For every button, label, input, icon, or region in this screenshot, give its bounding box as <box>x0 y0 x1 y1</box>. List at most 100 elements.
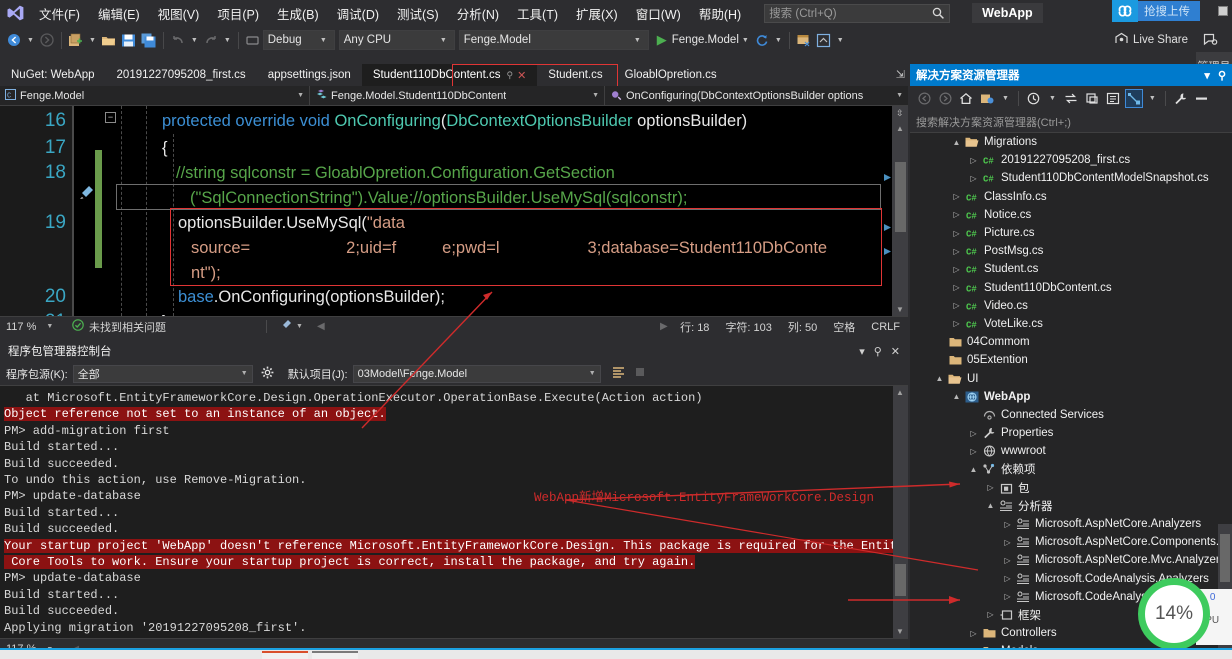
tab-student-cs[interactable]: Student.cs <box>537 64 613 86</box>
menu-debug[interactable]: 调试(D) <box>328 0 388 27</box>
scroll-up-icon[interactable]: ▲ <box>896 388 904 397</box>
collapse-arrow-icon[interactable]: ▷ <box>967 156 980 165</box>
tree-node[interactable]: ▷wwwroot <box>910 442 1232 460</box>
menu-build[interactable]: 生成(B) <box>268 0 328 27</box>
expand-arrow-icon[interactable]: ▲ <box>950 392 963 401</box>
pin-icon[interactable]: ⚲ <box>506 70 513 81</box>
chevron-down-icon[interactable]: ▼ <box>1046 95 1059 102</box>
open-folder-icon[interactable] <box>99 29 119 51</box>
menu-tools[interactable]: 工具(T) <box>508 0 567 27</box>
home-icon[interactable] <box>957 89 975 108</box>
solution-explorer-search-input[interactable]: 搜索解决方案资源管理器(Ctrl+;) <box>910 111 1232 133</box>
run-button[interactable]: ▶ Fenge.Model ▼ <box>653 32 752 48</box>
scroll-down-icon[interactable]: ▼ <box>896 627 904 636</box>
collapse-arrow-icon[interactable]: ▷ <box>950 265 963 274</box>
upload-close-box[interactable] <box>1218 6 1228 16</box>
refresh-icon[interactable] <box>752 29 772 51</box>
menu-window[interactable]: 窗口(W) <box>627 0 690 27</box>
expand-arrow-icon[interactable]: ▲ <box>950 138 963 147</box>
tree-node[interactable]: ▷C#ClassInfo.cs <box>910 188 1232 206</box>
save-icon[interactable] <box>119 29 139 51</box>
collapse-arrow-icon[interactable]: ▷ <box>1001 520 1014 529</box>
collapse-arrow-icon[interactable]: ▷ <box>950 210 963 219</box>
default-project-select[interactable]: 03Model\Fenge.Model ▼ <box>353 365 601 383</box>
platform-select[interactable]: Any CPU ▼ <box>339 30 455 50</box>
tree-node[interactable]: ▷C#Student110DbContentModelSnapshot.cs <box>910 169 1232 187</box>
collapse-arrow-icon[interactable]: ▷ <box>950 283 963 292</box>
tree-node[interactable]: ▷C#20191227095208_first.cs <box>910 151 1232 169</box>
tree-node[interactable]: ▲Migrations <box>910 133 1232 151</box>
scrollbar-thumb[interactable] <box>895 162 906 232</box>
close-icon[interactable]: ✕ <box>517 69 526 82</box>
tree-node[interactable]: ▷Microsoft.AspNetCore.Mvc.Analyzers <box>910 551 1232 569</box>
collapse-arrow-icon[interactable]: ▷ <box>967 174 980 183</box>
tab-gloablopretion-cs[interactable]: GloablOpretion.cs <box>614 64 728 86</box>
console-vertical-scrollbar[interactable]: ▲ ▼ <box>893 386 908 638</box>
editor-zoom-select[interactable]: 117 % ▼ <box>0 321 66 333</box>
history-icon[interactable] <box>1025 89 1043 108</box>
tab-nuget-webapp[interactable]: NuGet: WebApp <box>0 64 106 86</box>
tree-node[interactable]: ▷包 <box>910 479 1232 497</box>
pending-changes-icon[interactable] <box>978 89 996 108</box>
navbar-project-select[interactable]: C Fenge.Model ▼ <box>0 86 310 106</box>
issues-indicator[interactable]: 未找到相关问题 <box>66 319 166 335</box>
preview-icon[interactable] <box>814 29 834 51</box>
tree-node[interactable]: ▷Microsoft.AspNetCore.Analyzers <box>910 515 1232 533</box>
collapse-arrow-icon[interactable]: ▷ <box>950 319 963 328</box>
back-dropdown-caret-icon[interactable]: ▼ <box>24 37 37 44</box>
new-dropdown-caret-icon[interactable]: ▼ <box>86 37 99 44</box>
live-share-button[interactable]: Live Share <box>1114 32 1188 49</box>
tree-node[interactable]: ▷C#PostMsg.cs <box>910 242 1232 260</box>
tree-node[interactable]: Connected Services <box>910 406 1232 424</box>
tree-node[interactable]: ▷Microsoft.AspNetCore.Components.A <box>910 533 1232 551</box>
expand-arrow-icon[interactable]: ▲ <box>967 465 980 474</box>
toolbar-overflow-caret-icon[interactable]: ▼ <box>834 37 847 44</box>
tree-node[interactable]: ▲WebApp <box>910 388 1232 406</box>
tree-node[interactable]: ▷C#Notice.cs <box>910 206 1232 224</box>
scroll-up-icon[interactable]: ▲ <box>896 124 904 133</box>
collapse-all-icon[interactable] <box>1083 89 1101 108</box>
collapse-arrow-icon[interactable]: ▷ <box>950 301 963 310</box>
collapse-arrow-icon[interactable]: ▷ <box>950 247 963 256</box>
refresh-dropdown-caret-icon[interactable]: ▼ <box>772 37 785 44</box>
cpu-usage-widget[interactable]: 14% <box>1138 578 1210 650</box>
pin-icon[interactable]: ⚲ <box>1218 69 1226 82</box>
chevron-down-icon[interactable]: ▾ <box>859 345 865 358</box>
tree-node[interactable]: ▷C#Picture.cs <box>910 224 1232 242</box>
navbar-member-select[interactable]: OnConfiguring(DbContextOptionsBuilder op… <box>605 86 908 106</box>
upload-label[interactable]: 抢搜上传 <box>1134 1 1200 21</box>
collapse-arrow-icon[interactable]: ▷ <box>967 447 980 456</box>
menu-view[interactable]: 视图(V) <box>149 0 209 27</box>
menu-file[interactable]: 文件(F) <box>30 0 89 27</box>
code-editor[interactable]: − 16 protected override void OnConfiguri… <box>0 106 908 316</box>
chevron-down-icon[interactable]: ▼ <box>292 323 303 330</box>
tree-node[interactable]: ▷C#Student110DbContent.cs <box>910 279 1232 297</box>
collapse-arrow-icon[interactable]: ▷ <box>967 629 980 638</box>
menu-edit[interactable]: 编辑(E) <box>89 0 149 27</box>
expand-arrow-icon[interactable]: ▲ <box>933 374 946 383</box>
collapse-arrow-icon[interactable]: ▷ <box>967 429 980 438</box>
brush-icon[interactable] <box>281 319 292 334</box>
tab-migration-first[interactable]: 20191227095208_first.cs <box>106 64 257 86</box>
scrollbar-split-icon[interactable]: ⇳ <box>896 108 904 119</box>
build-configuration-select[interactable]: Debug ▼ <box>263 30 335 50</box>
sync-icon[interactable] <box>1062 89 1080 108</box>
navbar-type-select[interactable]: Fenge.Model.Student110DbContent ▼ <box>310 86 605 106</box>
collapse-arrow-icon[interactable]: ▷ <box>1001 592 1014 601</box>
tree-node[interactable]: 05Extention <box>910 351 1232 369</box>
gear-icon[interactable] <box>258 366 277 382</box>
chevron-down-icon[interactable]: ▼ <box>739 37 752 44</box>
menu-project[interactable]: 项目(P) <box>208 0 268 27</box>
taskbar-window-button-2[interactable] <box>312 651 358 659</box>
tab-overflow-icon[interactable]: ⇲ <box>896 68 905 81</box>
chevron-down-icon[interactable]: ▼ <box>999 95 1012 102</box>
collapse-arrow-icon[interactable]: ▷ <box>1001 538 1014 547</box>
new-project-icon[interactable] <box>66 29 86 51</box>
line-ending-indicator[interactable]: CRLF <box>871 321 900 333</box>
code-content[interactable]: 16 protected override void OnConfiguring… <box>0 106 908 316</box>
collapse-arrow-icon[interactable]: ▷ <box>1001 574 1014 583</box>
startup-project-select[interactable]: Fenge.Model ▼ <box>459 30 649 50</box>
browser-icon[interactable] <box>794 29 814 51</box>
save-all-icon[interactable] <box>139 29 159 51</box>
feedback-icon[interactable] <box>1200 29 1220 51</box>
